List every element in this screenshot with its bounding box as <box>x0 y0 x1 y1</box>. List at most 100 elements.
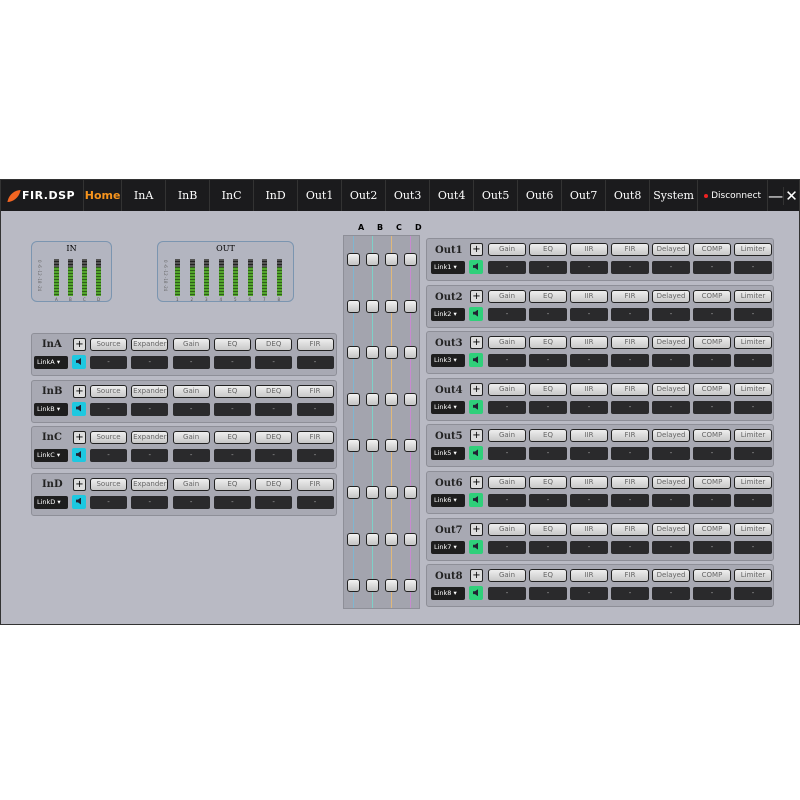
btn-expander[interactable]: Expander <box>131 431 169 444</box>
btn-gain[interactable]: Gain <box>172 384 210 398</box>
speaker-mute-icon[interactable] <box>72 448 86 462</box>
btn-delayed[interactable]: Delayed <box>652 243 690 256</box>
btn-iir[interactable]: IIR <box>570 289 608 303</box>
btn-gain[interactable]: Gain <box>488 243 526 256</box>
btn-delayed[interactable]: Delayed <box>652 429 690 443</box>
btn-deq[interactable]: DEQ <box>255 384 293 398</box>
add-button[interactable]: + <box>73 338 86 351</box>
matrix-route-button[interactable] <box>366 392 379 406</box>
add-button[interactable]: + <box>470 382 483 396</box>
link-dropdown[interactable]: Link5 ▾ <box>431 447 465 461</box>
tab-system[interactable]: System <box>650 180 699 211</box>
btn-comp[interactable]: COMP <box>693 382 731 396</box>
matrix-route-button[interactable] <box>347 392 360 406</box>
btn-source[interactable]: Source <box>90 477 127 491</box>
btn-fir[interactable]: FIR <box>611 569 649 583</box>
close-button[interactable]: ✕ <box>784 187 799 205</box>
add-button[interactable]: + <box>470 569 483 583</box>
matrix-route-button[interactable] <box>347 579 360 593</box>
btn-limiter[interactable]: Limiter <box>734 476 772 489</box>
btn-expander[interactable]: Expander <box>131 338 169 351</box>
btn-gain[interactable]: Gain <box>488 382 526 396</box>
btn-gain[interactable]: Gain <box>172 431 210 444</box>
link-dropdown[interactable]: LinkC ▾ <box>34 449 68 462</box>
btn-fir[interactable]: FIR <box>296 338 334 351</box>
btn-fir[interactable]: FIR <box>611 243 649 256</box>
btn-fir[interactable]: FIR <box>611 382 649 396</box>
btn-comp[interactable]: COMP <box>693 476 731 489</box>
tab-ind[interactable]: InD <box>254 180 299 211</box>
matrix-route-button[interactable] <box>404 392 417 406</box>
btn-limiter[interactable]: Limiter <box>734 522 772 536</box>
btn-limiter[interactable]: Limiter <box>734 243 772 256</box>
btn-comp[interactable]: COMP <box>693 429 731 443</box>
link-dropdown[interactable]: LinkA ▾ <box>34 356 68 369</box>
btn-eq[interactable]: EQ <box>529 336 567 350</box>
speaker-mute-icon[interactable] <box>469 539 483 554</box>
btn-delayed[interactable]: Delayed <box>652 382 690 396</box>
tab-out5[interactable]: Out5 <box>474 180 519 211</box>
speaker-mute-icon[interactable] <box>469 399 483 414</box>
tab-out1[interactable]: Out1 <box>298 180 343 211</box>
add-button[interactable]: + <box>73 477 86 491</box>
btn-delayed[interactable]: Delayed <box>652 569 690 583</box>
matrix-route-button[interactable] <box>366 579 379 593</box>
tab-out8[interactable]: Out8 <box>606 180 651 211</box>
btn-comp[interactable]: COMP <box>693 569 731 583</box>
tab-out2[interactable]: Out2 <box>342 180 387 211</box>
matrix-route-button[interactable] <box>385 346 398 360</box>
link-dropdown[interactable]: Link7 ▾ <box>431 540 465 554</box>
link-dropdown[interactable]: LinkB ▾ <box>34 402 68 416</box>
btn-gain[interactable]: Gain <box>488 336 526 350</box>
speaker-mute-icon[interactable] <box>469 306 483 321</box>
matrix-route-button[interactable] <box>385 299 398 313</box>
btn-comp[interactable]: COMP <box>693 243 731 256</box>
btn-source[interactable]: Source <box>90 338 127 351</box>
btn-eq[interactable]: EQ <box>213 384 251 398</box>
tab-out4[interactable]: Out4 <box>430 180 475 211</box>
tab-inc[interactable]: InC <box>210 180 255 211</box>
matrix-route-button[interactable] <box>366 532 379 546</box>
tab-home[interactable]: Home <box>84 180 123 211</box>
tab-ina[interactable]: InA <box>122 180 167 211</box>
speaker-mute-icon[interactable] <box>72 355 86 369</box>
btn-limiter[interactable]: Limiter <box>734 429 772 443</box>
btn-source[interactable]: Source <box>90 431 127 444</box>
matrix-route-button[interactable] <box>404 346 417 360</box>
add-button[interactable]: + <box>470 522 483 536</box>
btn-fir[interactable]: FIR <box>611 289 649 303</box>
btn-eq[interactable]: EQ <box>529 522 567 536</box>
btn-delayed[interactable]: Delayed <box>652 289 690 303</box>
matrix-route-button[interactable] <box>347 299 360 313</box>
link-dropdown[interactable]: Link4 ▾ <box>431 400 465 414</box>
matrix-route-button[interactable] <box>385 532 398 546</box>
matrix-route-button[interactable] <box>347 346 360 360</box>
btn-eq[interactable]: EQ <box>213 431 251 444</box>
add-button[interactable]: + <box>470 289 483 303</box>
link-dropdown[interactable]: Link2 ▾ <box>431 307 465 321</box>
btn-iir[interactable]: IIR <box>570 569 608 583</box>
btn-gain[interactable]: Gain <box>488 429 526 443</box>
btn-delayed[interactable]: Delayed <box>652 476 690 489</box>
btn-eq[interactable]: EQ <box>213 477 251 491</box>
btn-eq[interactable]: EQ <box>529 429 567 443</box>
btn-comp[interactable]: COMP <box>693 522 731 536</box>
btn-fir[interactable]: FIR <box>296 384 334 398</box>
link-dropdown[interactable]: LinkD ▾ <box>34 495 68 509</box>
matrix-route-button[interactable] <box>404 486 417 499</box>
tab-out3[interactable]: Out3 <box>386 180 431 211</box>
speaker-mute-icon[interactable] <box>469 446 483 461</box>
btn-delayed[interactable]: Delayed <box>652 522 690 536</box>
btn-iir[interactable]: IIR <box>570 522 608 536</box>
btn-iir[interactable]: IIR <box>570 336 608 350</box>
matrix-route-button[interactable] <box>347 253 360 266</box>
link-dropdown[interactable]: Link6 ▾ <box>431 494 465 507</box>
link-dropdown[interactable]: Link3 ▾ <box>431 354 465 368</box>
btn-eq[interactable]: EQ <box>529 476 567 489</box>
matrix-route-button[interactable] <box>404 579 417 593</box>
btn-deq[interactable]: DEQ <box>255 431 293 444</box>
btn-fir[interactable]: FIR <box>296 431 334 444</box>
matrix-route-button[interactable] <box>404 439 417 453</box>
btn-expander[interactable]: Expander <box>131 384 169 398</box>
btn-fir[interactable]: FIR <box>611 522 649 536</box>
